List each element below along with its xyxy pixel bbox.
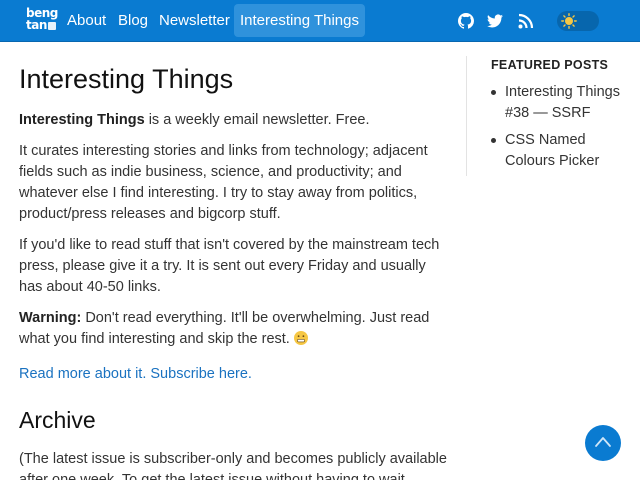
scroll-to-top-button[interactable]: [585, 425, 621, 461]
featured-posts-list: Interesting Things #38 — SSRF CSS Named …: [491, 82, 636, 172]
sidebar-divider: [466, 56, 467, 176]
theme-toggle[interactable]: [557, 11, 599, 31]
intro-text: is a weekly email newsletter. Free.: [144, 112, 370, 128]
rss-icon[interactable]: [518, 13, 534, 29]
featured-post-item[interactable]: CSS Named Colours Picker: [491, 130, 636, 172]
intro-bold: Interesting Things: [19, 112, 145, 128]
try-paragraph: If you'd like to read stuff that isn't c…: [19, 237, 440, 295]
warning-paragraph: Warning: Don't read everything. It'll be…: [19, 308, 449, 350]
top-navbar: beng tan About Blog Newsletter Interesti…: [0, 0, 640, 42]
nav-interesting-things[interactable]: Interesting Things: [234, 4, 365, 37]
nav-about[interactable]: About: [61, 4, 112, 37]
sun-icon: [561, 13, 577, 29]
archive-paragraph: (The latest issue is subscriber-only and…: [19, 451, 447, 480]
intro-paragraph: Interesting Things is a weekly email new…: [19, 110, 449, 131]
chevron-up-icon: [595, 437, 611, 447]
twitter-icon[interactable]: [487, 13, 503, 29]
main-content: Interesting Things Interesting Things is…: [19, 62, 449, 480]
curation-paragraph: It curates interesting stories and links…: [19, 143, 428, 222]
page-title: Interesting Things: [19, 64, 234, 94]
subscribe-link[interactable]: Subscribe here.: [150, 366, 252, 382]
sidebar: FEATURED POSTS Interesting Things #38 — …: [491, 58, 636, 178]
read-more-link[interactable]: Read more about it.: [19, 366, 146, 382]
links-paragraph: Read more about it. Subscribe here.: [19, 364, 449, 385]
logo-line-2: tan: [26, 19, 56, 31]
featured-post-item[interactable]: Interesting Things #38 — SSRF: [491, 82, 636, 124]
site-logo[interactable]: beng tan: [26, 7, 58, 37]
github-icon[interactable]: [458, 13, 474, 29]
grimace-emoji-icon: [293, 331, 308, 345]
nav-newsletter[interactable]: Newsletter: [153, 4, 236, 37]
featured-posts-heading: FEATURED POSTS: [491, 58, 609, 72]
warning-text: Don't read everything. It'll be overwhel…: [19, 310, 430, 347]
warning-label: Warning:: [19, 310, 82, 326]
nav-blog[interactable]: Blog: [112, 4, 154, 37]
archive-heading: Archive: [19, 407, 96, 433]
